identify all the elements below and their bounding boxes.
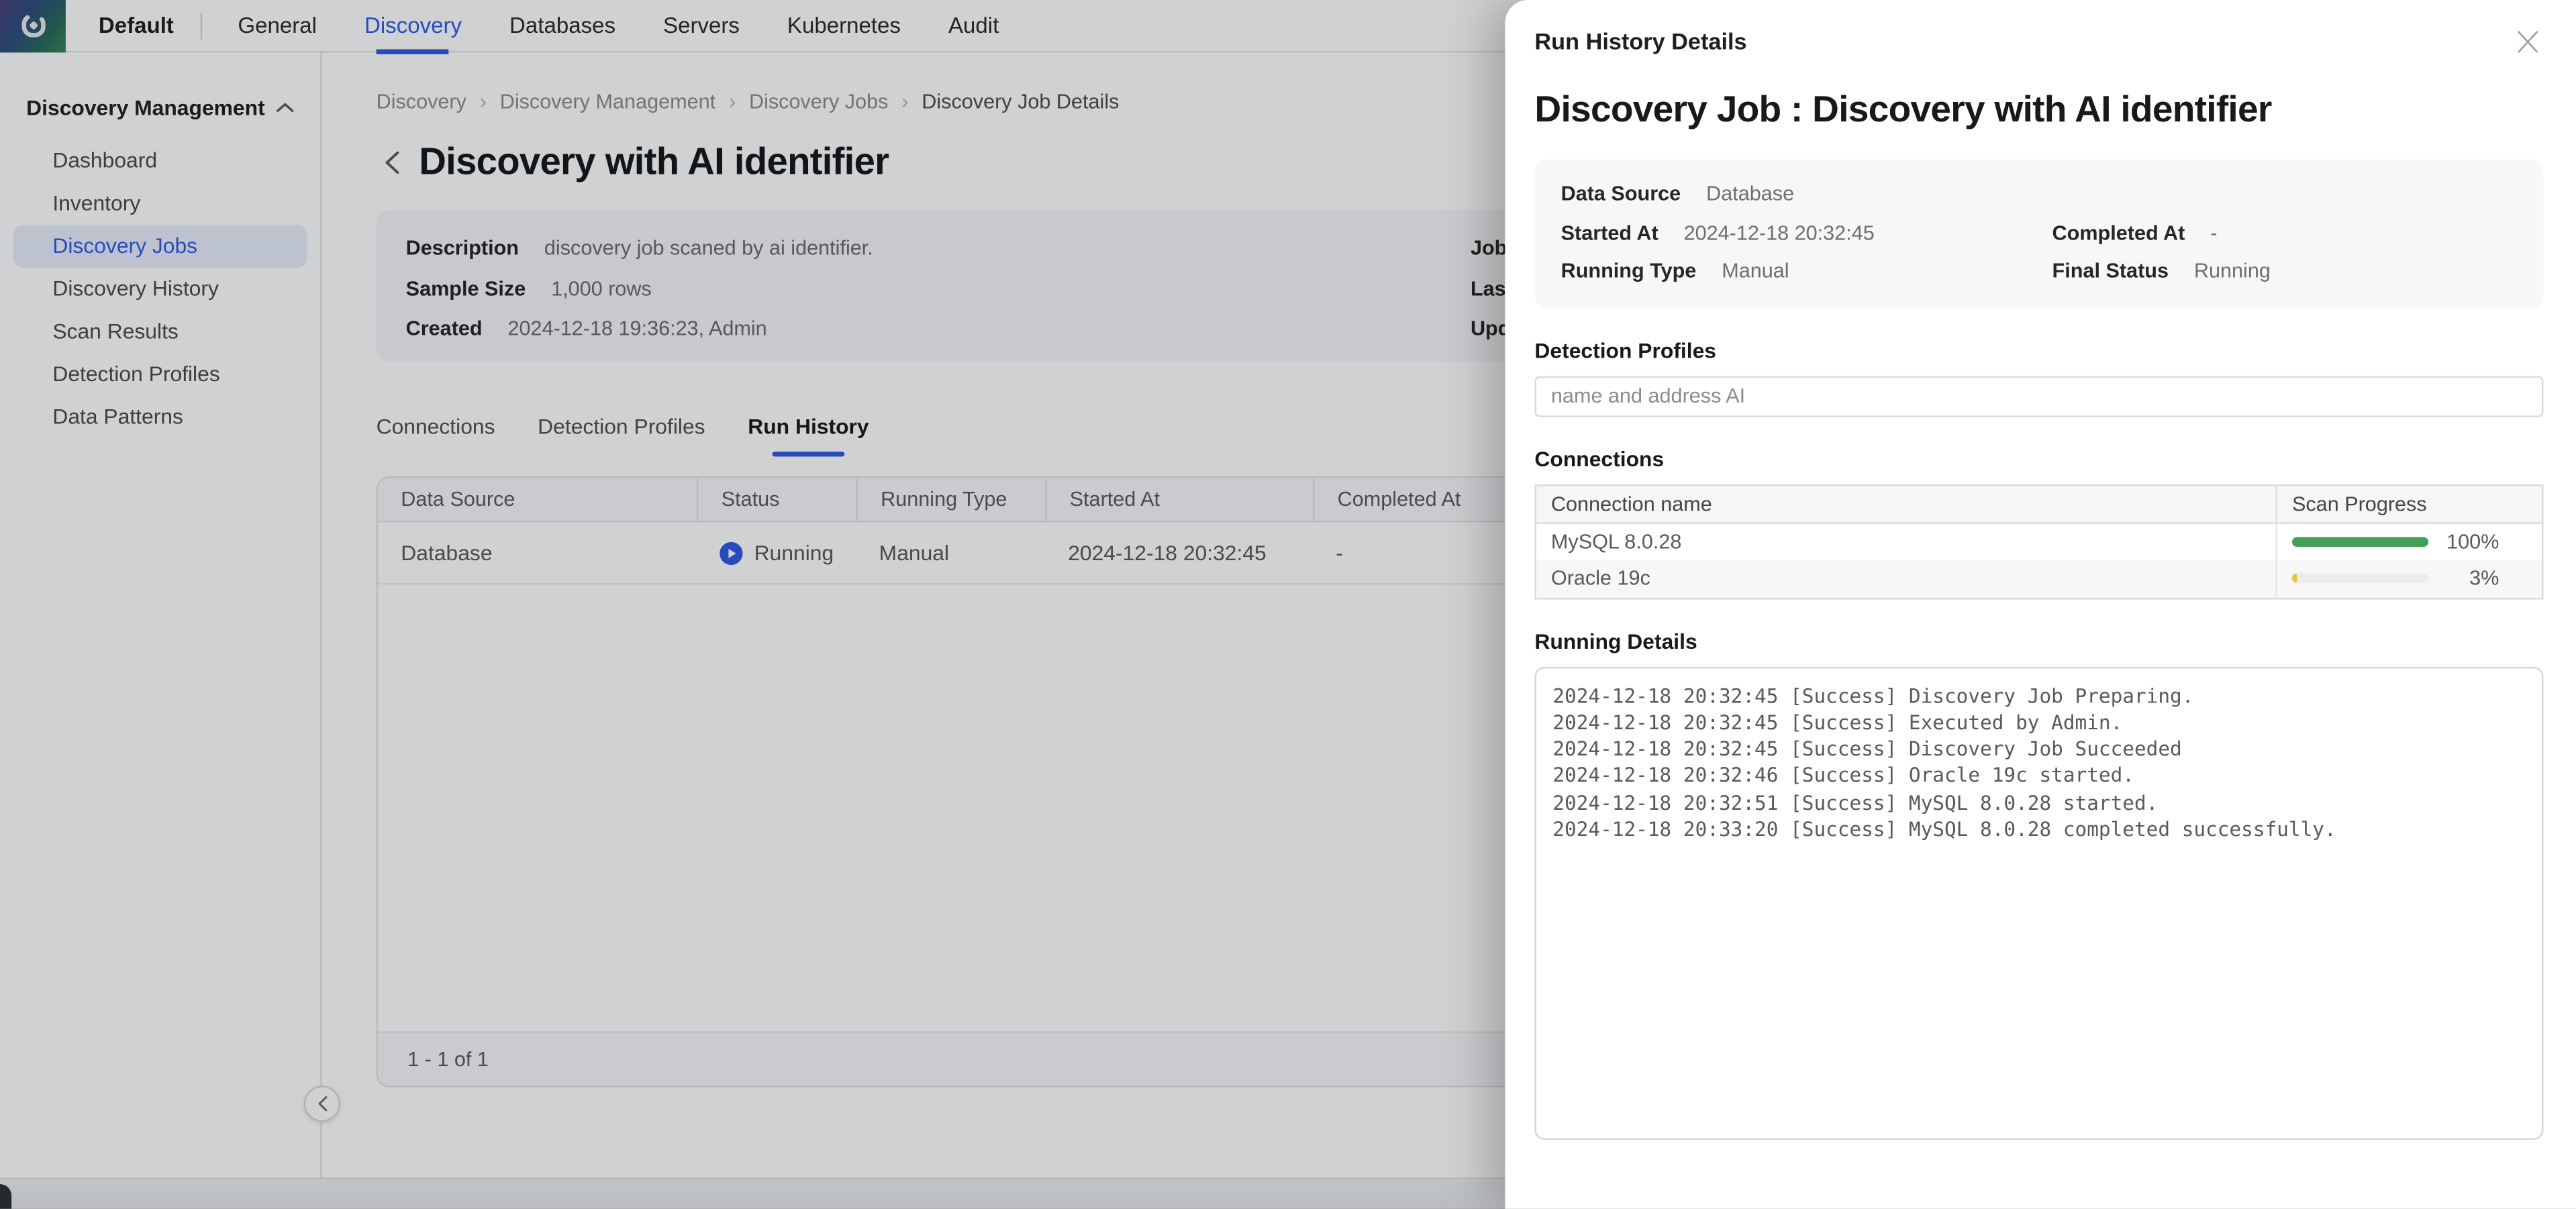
log-line: 2024-12-18 20:32:45 [Success] Discovery … — [1552, 736, 2525, 763]
progress-percent: 100% — [2440, 530, 2499, 553]
log-line: 2024-12-18 20:32:46 [Success] Oracle 19c… — [1552, 763, 2525, 790]
info-started-at-value: 2024-12-18 20:32:45 — [1684, 221, 1875, 244]
log-line: 2024-12-18 20:33:20 [Success] MySQL 8.0.… — [1552, 817, 2525, 843]
info-data-source-value: Database — [1706, 182, 1794, 205]
info-running-type-value: Manual — [1722, 260, 1789, 282]
running-details-heading: Running Details — [1534, 628, 2543, 653]
log-line: 2024-12-18 20:32:51 [Success] MySQL 8.0.… — [1552, 790, 2525, 817]
progress-bar-track — [2292, 537, 2428, 547]
info-data-source-label: Data Source — [1561, 182, 1681, 205]
connection-row-mysql[interactable]: MySQL 8.0.28 100% — [1536, 523, 2542, 560]
info-started-at-label: Started At — [1561, 221, 1658, 244]
run-history-details-drawer: Run History Details Discovery Job : Disc… — [1505, 0, 2576, 1209]
progress-bar-fill — [2292, 537, 2428, 547]
connections-heading: Connections — [1534, 446, 2543, 471]
drawer-header-title: Run History Details — [1534, 28, 1746, 54]
application-window: Default General Discovery Databases Serv… — [0, 0, 2576, 1209]
detection-profiles-heading: Detection Profiles — [1534, 337, 2543, 362]
progress-percent: 3% — [2440, 567, 2499, 590]
close-icon[interactable] — [2511, 25, 2544, 58]
detection-profiles-field[interactable]: name and address AI — [1534, 375, 2543, 416]
connection-name: MySQL 8.0.28 — [1536, 523, 2276, 560]
detection-profile-value: name and address AI — [1551, 384, 1745, 407]
progress-bar-fill — [2292, 574, 2297, 584]
running-details-log[interactable]: 2024-12-18 20:32:45 [Success] Discovery … — [1534, 666, 2543, 1139]
info-completed-at-label: Completed At — [2052, 221, 2185, 244]
log-line: 2024-12-18 20:32:45 [Success] Executed b… — [1552, 709, 2525, 736]
column-header-scan-progress: Scan Progress — [2275, 485, 2542, 521]
run-info-panel: Data Source Database Started At 2024-12-… — [1534, 159, 2543, 308]
drawer-title: Discovery Job : Discovery with AI identi… — [1534, 89, 2543, 132]
connections-table: Connection name Scan Progress MySQL 8.0.… — [1534, 484, 2543, 598]
connections-table-header: Connection name Scan Progress — [1536, 485, 2542, 523]
drawer-header: Run History Details — [1534, 0, 2543, 58]
scan-progress-cell: 100% — [2275, 523, 2542, 560]
info-final-status-value: Running — [2194, 260, 2271, 282]
progress-bar-track — [2292, 574, 2428, 584]
column-header-connection-name: Connection name — [1536, 485, 2276, 521]
info-final-status-label: Final Status — [2052, 260, 2169, 282]
scan-progress-cell: 3% — [2275, 560, 2542, 597]
connection-name: Oracle 19c — [1536, 560, 2276, 597]
info-completed-at-value: - — [2210, 221, 2217, 244]
connection-row-oracle[interactable]: Oracle 19c 3% — [1536, 560, 2542, 597]
info-running-type-label: Running Type — [1561, 260, 1697, 282]
log-line: 2024-12-18 20:32:45 [Success] Discovery … — [1552, 682, 2525, 709]
